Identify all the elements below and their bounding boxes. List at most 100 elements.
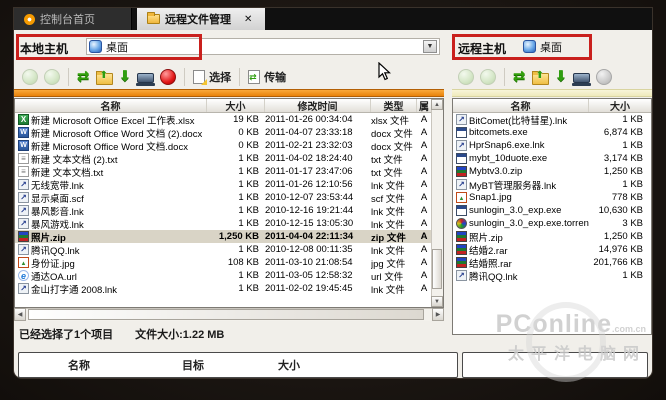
file-icon [18, 166, 29, 177]
file-name: 新建 Microsoft Office Word 文档.docx [31, 141, 188, 153]
file-type: scf 文件 [371, 193, 405, 205]
file-icon [18, 244, 29, 255]
file-size: 1 KB [238, 179, 259, 190]
file-row[interactable]: HprSnap6.exe.lnk 1 KB [453, 139, 651, 152]
file-row[interactable]: 暴风游戏.lnk 1 KB 2010-12-15 13:05:30 lnk 文件… [15, 217, 431, 231]
download-arrow-icon[interactable]: ⬇ [555, 69, 568, 85]
file-row[interactable]: 新建 Microsoft Office Excel 工作表.xlsx 19 KB… [15, 113, 431, 127]
file-size: 6,874 KB [603, 127, 643, 138]
file-row[interactable]: BitComet(比特彗星).lnk 1 KB [453, 113, 651, 127]
file-row[interactable]: 新建 Microsoft Office Word 文档 (2).docx 0 K… [15, 126, 431, 140]
file-row[interactable]: MyBT管理服务器.lnk 1 KB [453, 178, 651, 192]
local-location-combobox[interactable]: 桌面 ▼ [86, 38, 440, 55]
select-button[interactable]: 选择 [193, 69, 231, 85]
computer-icon[interactable] [136, 73, 156, 86]
file-row[interactable]: 新建 文本文档 (2).txt 1 KB 2011-04-02 18:24:40… [15, 152, 431, 166]
file-row[interactable]: 结婚照.rar 201,766 KB [453, 256, 651, 270]
file-icon [18, 205, 29, 216]
refresh-icon[interactable]: ⇄ [513, 69, 526, 85]
stop-icon[interactable] [160, 69, 177, 85]
file-row[interactable]: mybt_10duote.exe 3,174 KB [453, 152, 651, 165]
file-mtime: 2011-04-04 22:11:34 [265, 231, 354, 242]
scrollbar-thumb[interactable] [432, 249, 442, 289]
file-size: 201,766 KB [593, 257, 643, 268]
file-row[interactable]: 无线宽带.lnk 1 KB 2011-01-26 12:10:56 lnk 文件… [15, 178, 431, 192]
chevron-down-icon[interactable]: ▼ [423, 40, 437, 53]
file-row[interactable]: 显示桌面.scf 1 KB 2010-12-07 23:53:44 scf 文件… [15, 191, 431, 205]
file-name: 腾讯QQ.lnk [469, 271, 518, 283]
tab-close-icon[interactable]: ✕ [244, 14, 252, 25]
file-row[interactable]: Snap1.jpg 778 KB [453, 191, 651, 204]
file-icon [18, 114, 29, 125]
queue-column-target[interactable]: 目标 [153, 357, 233, 373]
file-type: docx 文件 [371, 128, 413, 140]
file-row[interactable]: 金山打字通 2008.lnk 1 KB 2011-02-02 19:45:45 … [15, 282, 431, 296]
file-row[interactable]: 暴风影音.lnk 1 KB 2010-12-16 19:21:44 lnk 文件… [15, 204, 431, 218]
file-row[interactable]: sunlogin_3.0_exp.exe.torrent 3 KB [453, 217, 651, 230]
column-header-attr[interactable]: 属 [417, 99, 431, 112]
file-row[interactable]: 照片.zip 1,250 KB 2011-04-04 22:11:34 zip … [15, 230, 431, 244]
file-row[interactable]: bitcomets.exe 6,874 KB [453, 126, 651, 139]
file-attr: A [420, 270, 428, 281]
file-row[interactable]: 新建 文本文档.txt 1 KB 2011-01-17 23:47:06 txt… [15, 165, 431, 179]
file-attr: A [420, 127, 428, 138]
tab-console-home[interactable]: 控制台首页 [14, 8, 132, 30]
refresh-icon[interactable]: ⇄ [77, 69, 90, 85]
queue-column-name[interactable]: 名称 [39, 357, 119, 373]
file-attr: A [420, 192, 428, 203]
queue-column-size[interactable]: 大小 [249, 357, 329, 373]
column-header-name[interactable]: 名称 [15, 99, 207, 112]
file-size: 1 KB [238, 270, 259, 281]
transfer-button[interactable]: 传输 [248, 69, 286, 85]
column-header-type[interactable]: 类型 [371, 99, 417, 112]
file-name: 照片.zip [469, 232, 503, 244]
file-attr: A [420, 140, 428, 151]
file-row[interactable]: 腾讯QQ.lnk 1 KB 2010-12-08 00:11:35 lnk 文件… [15, 243, 431, 257]
tab-remote-file-manager[interactable]: 远程文件管理 ✕ [137, 8, 265, 30]
file-name: 新建 Microsoft Office Excel 工作表.xlsx [31, 115, 195, 127]
column-header-size[interactable]: 大小 [207, 99, 265, 112]
file-row[interactable]: sunlogin_3.0_exp.exe 10,630 KB [453, 204, 651, 217]
scrollbar-thumb[interactable] [28, 309, 424, 320]
computer-icon[interactable] [572, 73, 592, 86]
scroll-right-icon[interactable]: ▶ [432, 308, 444, 321]
column-header-name[interactable]: 名称 [453, 99, 589, 112]
file-row[interactable]: 结婚2.rar 14,976 KB [453, 243, 651, 257]
file-icon [456, 270, 467, 281]
file-row[interactable]: 腾讯QQ.lnk 1 KB [453, 269, 651, 283]
file-icon [456, 244, 467, 255]
column-header-mtime[interactable]: 修改时间 [265, 99, 371, 112]
remote-toolbar: ⇄ ⬇ [458, 64, 613, 90]
file-mtime: 2011-02-21 23:32:03 [265, 140, 353, 151]
file-icon [18, 218, 29, 229]
scroll-down-icon[interactable]: ▼ [431, 296, 443, 307]
file-name: Mybtv3.0.zip [469, 166, 523, 177]
scroll-up-icon[interactable]: ▲ [431, 99, 443, 110]
file-size: 10,630 KB [598, 205, 643, 216]
remote-location-combobox[interactable]: 桌面 [520, 38, 586, 55]
file-attr: A [420, 166, 428, 177]
download-arrow-icon[interactable]: ⬇ [119, 69, 132, 85]
remote-file-list: 名称 大小 BitComet(比特彗星).lnk 1 KB bitcomets.… [452, 98, 652, 335]
file-icon [456, 179, 467, 190]
file-row[interactable]: Mybtv3.0.zip 1,250 KB [453, 165, 651, 178]
file-name: 新建 Microsoft Office Word 文档 (2).docx [31, 128, 203, 140]
scroll-left-icon[interactable]: ◀ [14, 308, 26, 321]
file-name: 暴风游戏.lnk [31, 219, 84, 231]
folder-up-icon[interactable] [95, 70, 113, 85]
forward-button-disabled [44, 69, 60, 85]
file-name: MyBT管理服务器.lnk [469, 180, 557, 192]
file-row[interactable]: 新建 Microsoft Office Word 文档.docx 0 KB 20… [15, 139, 431, 153]
file-row[interactable]: 通达OA.url 1 KB 2011-03-05 12:58:32 url 文件… [15, 269, 431, 283]
local-panel-active-strip [14, 89, 444, 97]
file-mtime: 2011-01-17 23:47:06 [265, 166, 353, 177]
file-size: 108 KB [227, 257, 259, 268]
folder-up-icon[interactable] [531, 70, 549, 85]
file-row[interactable]: 身份证.jpg 108 KB 2011-03-10 21:08:54 jpg 文… [15, 256, 431, 270]
file-attr: A [420, 114, 428, 125]
file-icon [18, 283, 29, 294]
tab-console-label: 控制台首页 [40, 14, 95, 26]
column-header-size[interactable]: 大小 [589, 99, 651, 112]
file-size: 1 KB [238, 244, 259, 255]
file-row[interactable]: 照片.zip 1,250 KB [453, 230, 651, 244]
